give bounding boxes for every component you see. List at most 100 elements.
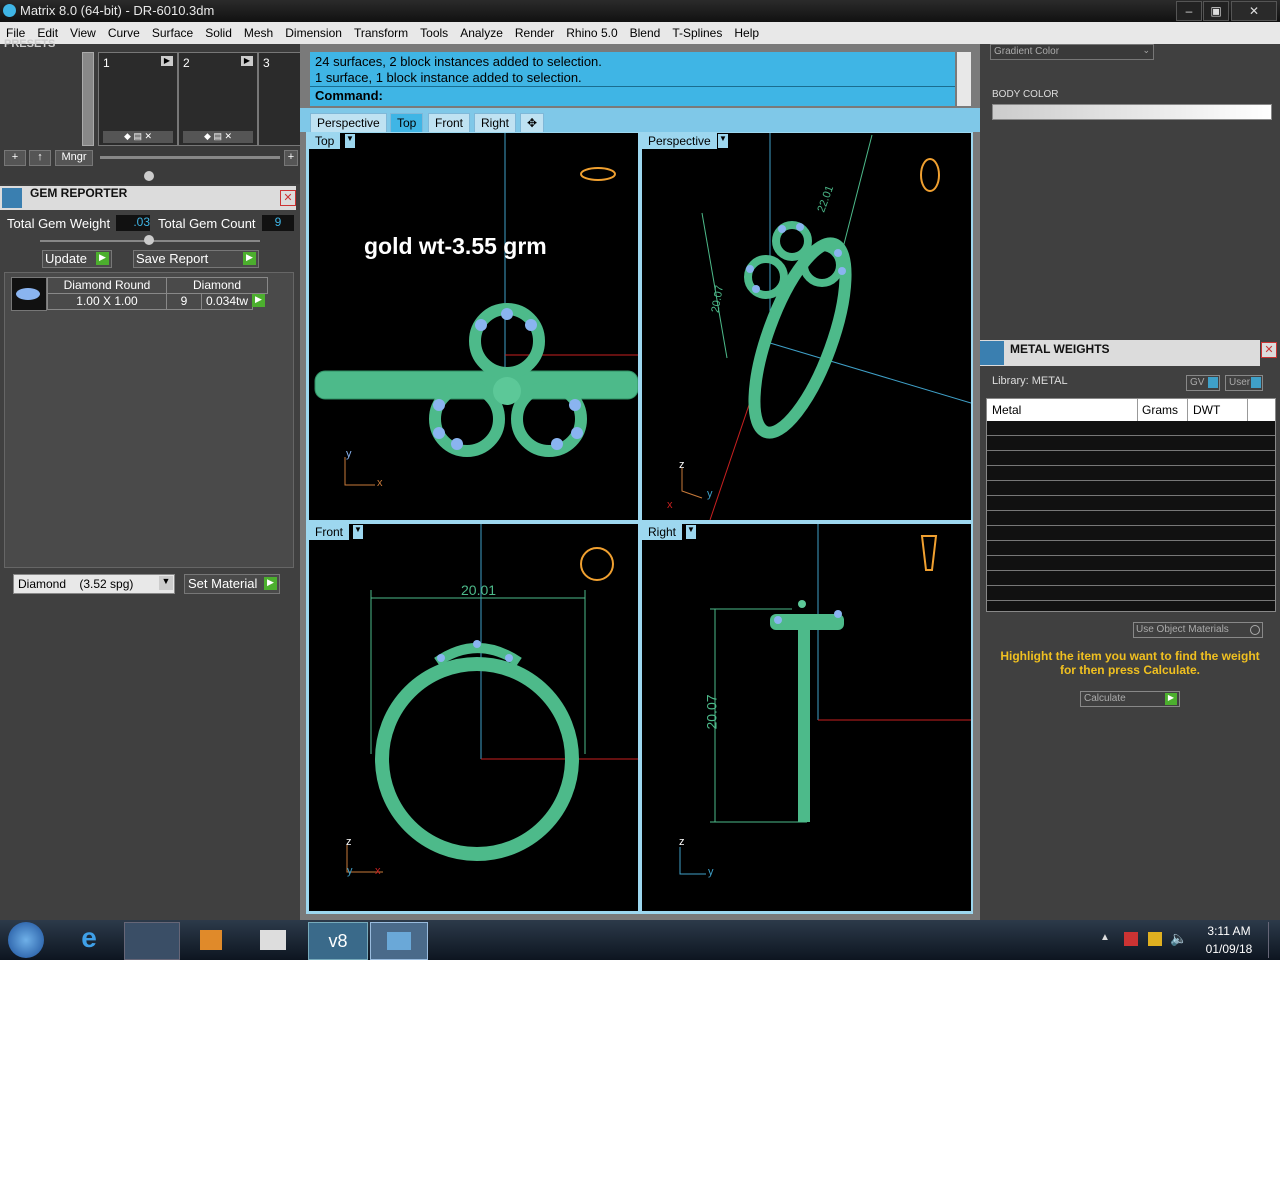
- gem-weight: 0.034tw: [201, 293, 253, 310]
- axis-y-label: y: [708, 866, 714, 878]
- viewport-perspective[interactable]: Perspective ▼ 20.07 22.01 z y x: [642, 133, 971, 520]
- preset-slot-1[interactable]: 1 ▶ ◆ ▤ ✕: [98, 52, 178, 146]
- tab-top[interactable]: Top: [390, 113, 424, 133]
- close-button[interactable]: ✕: [1231, 1, 1277, 21]
- command-prompt[interactable]: Command:: [315, 88, 383, 103]
- up-arrow-button[interactable]: ↑: [29, 150, 51, 166]
- play-icon[interactable]: ▶: [161, 56, 173, 66]
- tab-right[interactable]: Right: [474, 113, 517, 133]
- gem-shape: Diamond Round: [47, 277, 167, 294]
- tray-expand-icon[interactable]: ▲: [1100, 932, 1110, 943]
- title-bar: Matrix 8.0 (64-bit) - DR-6010.3dm – ▣ ✕: [0, 0, 1280, 22]
- close-icon[interactable]: ✕: [280, 190, 296, 206]
- menu-transform[interactable]: Transform: [348, 22, 414, 40]
- menu-solid[interactable]: Solid: [199, 22, 238, 40]
- menu-tools[interactable]: Tools: [414, 22, 454, 40]
- library-label: Library: METAL: [992, 375, 1068, 387]
- tab-perspective[interactable]: Perspective: [310, 113, 387, 133]
- gem-reporter-title: GEM REPORTER: [30, 186, 128, 200]
- presets-scrollbar[interactable]: [82, 52, 94, 146]
- arrow-right-icon[interactable]: ▶: [252, 294, 265, 307]
- close-icon[interactable]: ✕: [1261, 342, 1277, 358]
- axis-y-label: y: [707, 488, 713, 500]
- viewport-top[interactable]: Top ▼ gold wt-3.55 grm y x: [309, 133, 638, 520]
- total-gem-weight-value: .03: [116, 215, 150, 231]
- clock-date[interactable]: 01/09/18: [1204, 942, 1254, 956]
- slot-controls[interactable]: ◆ ▤ ✕: [103, 131, 173, 143]
- left-panel: PRESETS 1 ▶ ◆ ▤ ✕ 2 ▶ ◆ ▤ ✕ 3 + ↑ Mngr +…: [0, 38, 302, 920]
- col-metal[interactable]: Metal: [992, 403, 1021, 417]
- viewport-right[interactable]: Right ▼ 20.07 z y: [642, 524, 971, 911]
- menu-curve[interactable]: Curve: [102, 22, 146, 40]
- menu-view[interactable]: View: [64, 22, 102, 40]
- menu-dimension[interactable]: Dimension: [279, 22, 348, 40]
- menu-surface[interactable]: Surface: [146, 22, 199, 40]
- splitter-handle[interactable]: [144, 235, 154, 245]
- matrix-app-icon[interactable]: v8: [308, 922, 368, 960]
- menu-blend[interactable]: Blend: [624, 22, 667, 40]
- right-panel: Gradient Color ⌄ BODY COLOR METAL WEIGHT…: [980, 44, 1280, 920]
- mngr-button[interactable]: Mngr: [55, 150, 93, 166]
- command-scrollbar[interactable]: [957, 52, 971, 106]
- col-grams[interactable]: Grams: [1142, 403, 1178, 417]
- dimension-height: 20.07: [703, 694, 720, 730]
- start-button[interactable]: [8, 922, 44, 958]
- add-preset-button[interactable]: +: [4, 150, 26, 166]
- command-area: 24 surfaces, 2 block instances added to …: [310, 52, 955, 106]
- material-select[interactable]: Diamond (3.52 spg) ▼: [13, 574, 175, 594]
- top-view-model: [314, 133, 638, 486]
- add-tab-button[interactable]: ✥: [520, 113, 545, 133]
- menu-tsplines[interactable]: T-Splines: [666, 22, 728, 40]
- taskbar: e v8 ▲ 🔈 3:11 AM 01/09/18: [0, 920, 1280, 960]
- chevron-down-icon: ⌄: [1142, 45, 1150, 55]
- update-button[interactable]: Update ▶: [42, 250, 112, 268]
- menu-analyze[interactable]: Analyze: [454, 22, 509, 40]
- axis-z-label: z: [679, 836, 685, 848]
- menu-rhino[interactable]: Rhino 5.0: [560, 22, 623, 40]
- menu-help[interactable]: Help: [728, 22, 765, 40]
- perspective-view-model: [681, 133, 971, 520]
- gem-count: 9: [166, 293, 202, 310]
- app-icon: [3, 4, 16, 17]
- minimize-button[interactable]: –: [1176, 1, 1202, 21]
- preset-slider[interactable]: [100, 156, 280, 159]
- splitter-handle[interactable]: [144, 171, 154, 181]
- menu-mesh[interactable]: Mesh: [238, 22, 279, 40]
- body-color-gradient-slider[interactable]: [992, 104, 1272, 120]
- menu-render[interactable]: Render: [509, 22, 560, 40]
- explorer-icon[interactable]: [124, 922, 180, 960]
- media-player-icon[interactable]: [188, 922, 234, 958]
- clock-time[interactable]: 3:11 AM: [1204, 924, 1254, 938]
- show-desktop-button[interactable]: [1268, 922, 1279, 958]
- save-report-button[interactable]: Save Report ▶: [133, 250, 259, 268]
- set-material-button[interactable]: Set Material ▶: [184, 574, 280, 594]
- arrow-right-icon: ▶: [1165, 693, 1177, 705]
- gem-thumbnail: [11, 277, 47, 311]
- tab-front[interactable]: Front: [428, 113, 471, 133]
- play-icon[interactable]: ▶: [241, 56, 253, 66]
- browser-icon[interactable]: e: [70, 922, 108, 958]
- app-icon[interactable]: [250, 922, 296, 958]
- preset-slot-3[interactable]: 3: [258, 52, 302, 146]
- maximize-button[interactable]: ▣: [1203, 1, 1229, 21]
- action-center-icon[interactable]: [1124, 932, 1138, 946]
- gradient-select[interactable]: Gradient Color ⌄: [990, 44, 1154, 60]
- window-title: Matrix 8.0 (64-bit) - DR-6010.3dm: [20, 3, 215, 18]
- total-gem-weight-label: Total Gem Weight: [7, 216, 111, 231]
- network-icon[interactable]: [1148, 932, 1162, 946]
- gv-toggle[interactable]: GV: [1186, 375, 1220, 391]
- calculate-button[interactable]: Calculate ▶: [1080, 691, 1180, 707]
- command-history-1: 24 surfaces, 2 block instances added to …: [315, 54, 602, 69]
- axis-x-label: x: [667, 499, 673, 511]
- metal-weights-table: Metal Grams DWT: [986, 398, 1276, 612]
- slot-controls[interactable]: ◆ ▤ ✕: [183, 131, 253, 143]
- use-object-materials-checkbox[interactable]: Use Object Materials: [1133, 622, 1263, 638]
- volume-icon[interactable]: 🔈: [1170, 930, 1187, 947]
- arrow-right-icon: ▶: [243, 252, 256, 265]
- viewport-front[interactable]: Front ▼ 20.01 z y x: [309, 524, 638, 911]
- zoom-plus-button[interactable]: +: [284, 150, 298, 166]
- preset-slot-2[interactable]: 2 ▶ ◆ ▤ ✕: [178, 52, 258, 146]
- picture-viewer-icon[interactable]: [370, 922, 428, 960]
- col-dwt[interactable]: DWT: [1193, 403, 1220, 417]
- user-toggle[interactable]: User: [1225, 375, 1263, 391]
